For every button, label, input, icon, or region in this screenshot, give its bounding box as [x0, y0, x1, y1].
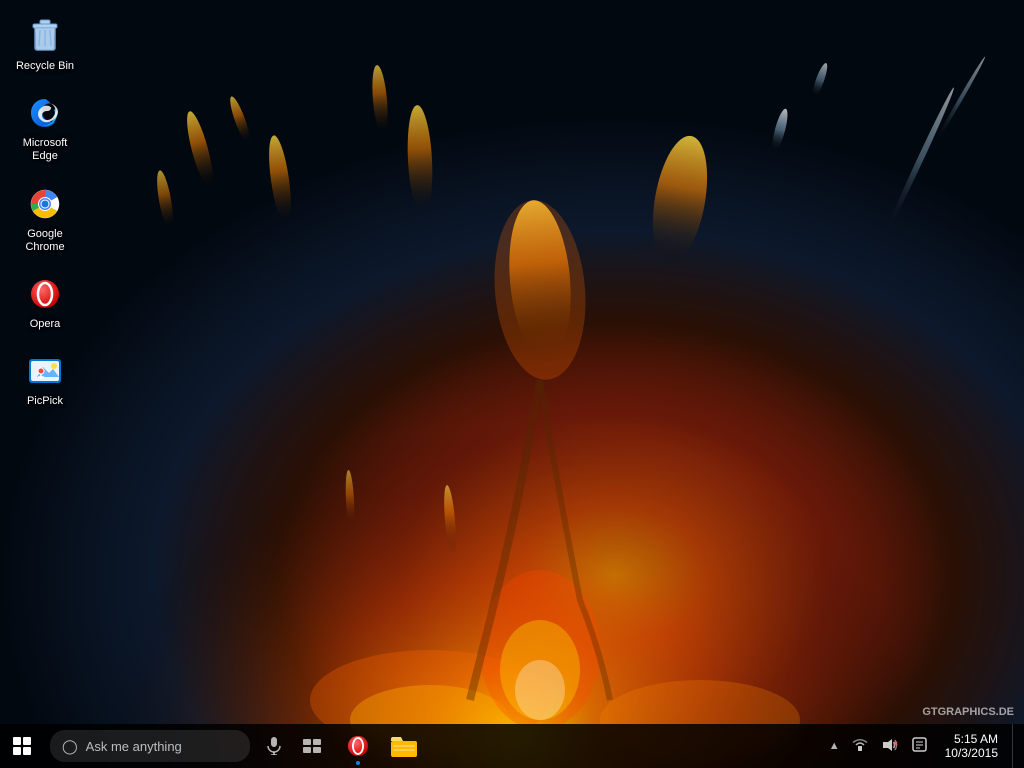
desktop: GTGRAPHICS.DE Recycle Bin: [0, 0, 1024, 768]
system-clock[interactable]: 5:15 AM 10/3/2015: [937, 730, 1006, 762]
picpick-icon-desktop[interactable]: PicPick: [5, 345, 85, 414]
wallpaper-overlay: [0, 0, 1024, 768]
google-chrome-label: Google Chrome: [9, 228, 81, 254]
show-desktop-button[interactable]: [1012, 724, 1018, 768]
clock-date: 10/3/2015: [945, 746, 998, 760]
start-button[interactable]: [0, 724, 44, 768]
taskbar-pinned-apps: [336, 724, 426, 768]
cortana-circle-icon: ◯: [62, 738, 78, 755]
recycle-bin-label: Recycle Bin: [16, 60, 74, 73]
taskbar-opera-app[interactable]: [336, 724, 380, 768]
edge-image: [25, 93, 65, 133]
microsoft-edge-icon-desktop[interactable]: Microsoft Edge: [5, 87, 85, 169]
windows-logo: [13, 737, 31, 755]
recycle-bin-icon-desktop[interactable]: Recycle Bin: [5, 10, 85, 79]
network-icon[interactable]: [848, 736, 872, 757]
opera-icon-desktop[interactable]: Opera: [5, 268, 85, 337]
chrome-image: [25, 184, 65, 224]
google-chrome-icon-desktop[interactable]: Google Chrome: [5, 178, 85, 260]
watermark: GTGRAPHICS.DE: [922, 706, 1014, 718]
taskbar: ◯ Ask me anything: [0, 724, 1024, 768]
search-placeholder-text: Ask me anything: [86, 739, 182, 754]
cortana-search[interactable]: ◯ Ask me anything: [50, 730, 250, 762]
volume-icon[interactable]: [878, 736, 902, 757]
picpick-label: PicPick: [27, 395, 63, 408]
recycle-bin-image: [25, 16, 65, 56]
microsoft-edge-label: Microsoft Edge: [9, 137, 81, 163]
clock-time: 5:15 AM: [954, 732, 998, 746]
show-hidden-icons-button[interactable]: ▲: [827, 738, 842, 754]
microphone-button[interactable]: [256, 728, 292, 764]
task-view-button[interactable]: [294, 728, 330, 764]
action-center-icon[interactable]: [908, 735, 931, 757]
taskbar-file-explorer-app[interactable]: [382, 724, 426, 768]
picpick-image: [25, 351, 65, 391]
desktop-icons-container: Recycle Bin Microsoft Edge: [0, 0, 90, 424]
opera-label: Opera: [30, 318, 61, 331]
system-tray: ▲: [827, 724, 1024, 768]
opera-image: [25, 274, 65, 314]
